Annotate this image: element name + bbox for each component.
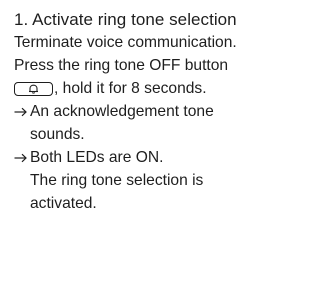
arrow-right-icon bbox=[14, 146, 30, 169]
instruction-line-hold: , hold it for 8 seconds. bbox=[14, 77, 318, 100]
step-heading: 1. Activate ring tone selection bbox=[14, 10, 237, 29]
result-item: An acknowledgement tone sounds. bbox=[14, 100, 318, 146]
result-text: Both LEDs are ON. bbox=[30, 149, 164, 166]
instruction-block: 1. Activate ring tone selection Terminat… bbox=[14, 8, 318, 215]
result-text: The ring tone selection is bbox=[30, 172, 204, 189]
instruction-line-terminate: Terminate voice communication. bbox=[14, 34, 237, 51]
result-text: activated. bbox=[30, 195, 97, 212]
arrow-right-icon bbox=[14, 100, 30, 123]
result-text: sounds. bbox=[30, 126, 85, 143]
ring-tone-off-button-icon bbox=[14, 82, 53, 96]
result-text: An acknowledgement tone bbox=[30, 103, 214, 120]
instruction-line-press: Press the ring tone OFF button bbox=[14, 57, 229, 74]
result-item: Both LEDs are ON. The ring tone selectio… bbox=[14, 146, 318, 215]
instruction-hold-text: , hold it for 8 seconds. bbox=[54, 80, 207, 97]
